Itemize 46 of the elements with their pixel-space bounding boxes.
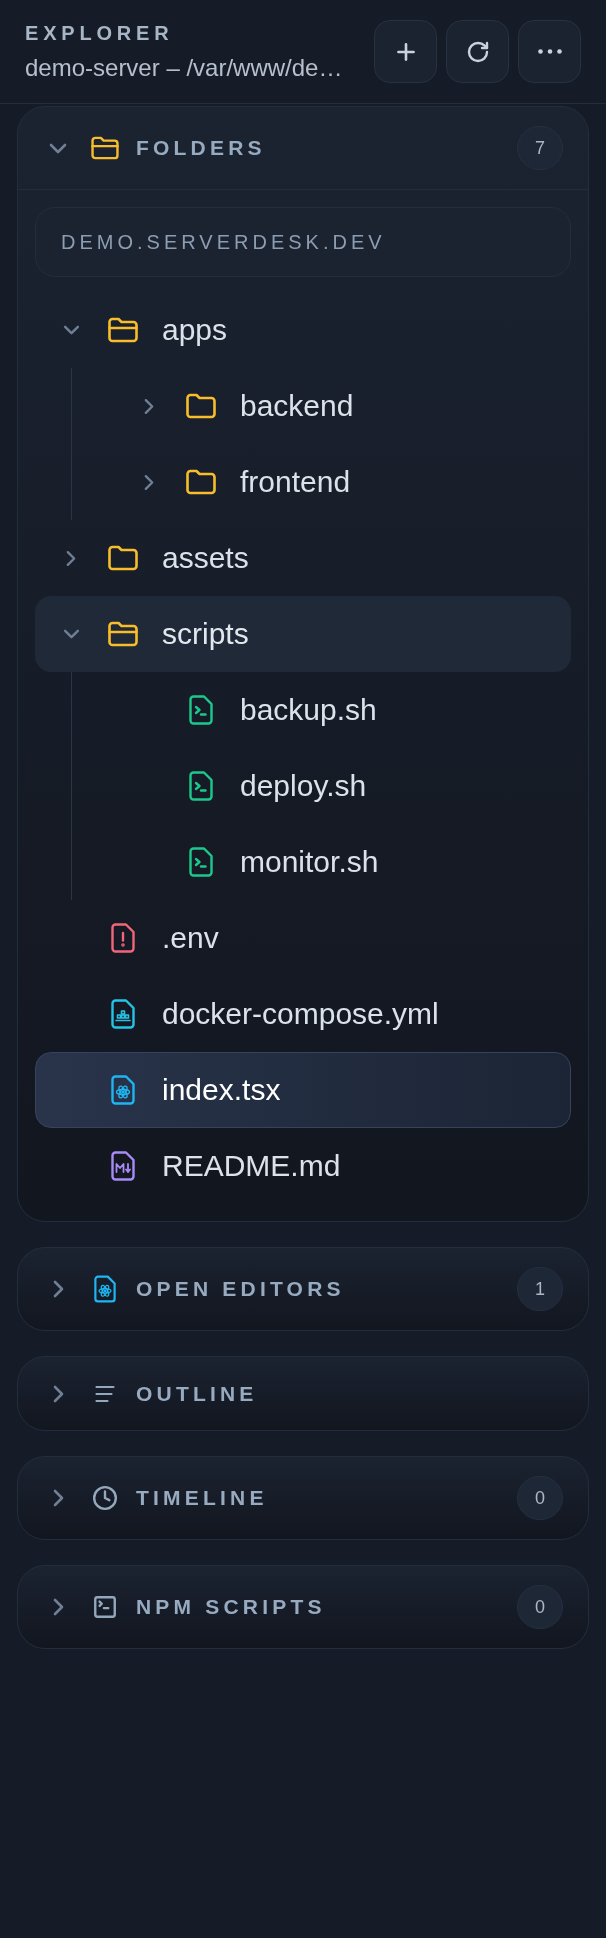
warning-file-icon [111, 923, 135, 953]
open-folder-icon [108, 317, 138, 343]
workspace-path: demo-server – /var/www/de… [25, 52, 343, 83]
markdown-file-icon [111, 1151, 135, 1181]
section-header[interactable]: NPM SCRIPTS [44, 1589, 517, 1625]
tree-item[interactable]: docker-compose.yml [35, 976, 571, 1052]
section-header[interactable]: OPEN EDITORS [44, 1271, 517, 1307]
atom-file-icon [94, 1275, 116, 1303]
section-header[interactable]: OUTLINE [44, 1376, 563, 1411]
tree-item[interactable]: index.tsx [35, 1052, 571, 1128]
workspace-root[interactable]: DEMO.SERVERDESK.DEV [35, 207, 571, 277]
add-button[interactable] [374, 20, 437, 83]
tree-item[interactable]: README.md [35, 1128, 571, 1204]
tree-item[interactable]: .env [35, 900, 571, 976]
folder-icon [186, 393, 216, 419]
refresh-icon [465, 39, 490, 64]
folder-icon [186, 469, 216, 495]
clock-icon [92, 1485, 118, 1511]
terminal-icon [92, 1594, 118, 1620]
boxes-file-icon [111, 999, 135, 1029]
tree-item[interactable]: scripts [35, 596, 571, 672]
count-badge: 1 [517, 1267, 563, 1311]
open-folder-icon [91, 136, 119, 160]
section-header[interactable]: TIMELINE [44, 1480, 517, 1516]
count-badge: 7 [517, 126, 563, 170]
more-button[interactable] [518, 20, 581, 83]
tree-item[interactable]: backup.sh [72, 672, 571, 748]
list-icon [95, 1384, 115, 1403]
terminal-file-icon [189, 847, 213, 877]
tree-item[interactable]: apps [35, 292, 571, 368]
atom-file-icon [111, 1075, 135, 1105]
terminal-file-icon [189, 695, 213, 725]
refresh-button[interactable] [446, 20, 509, 83]
tree-item[interactable]: monitor.sh [72, 824, 571, 900]
count-badge: 0 [517, 1585, 563, 1629]
tree-item[interactable]: deploy.sh [72, 748, 571, 824]
tree-item[interactable]: frontend [72, 444, 571, 520]
open-folder-icon [108, 621, 138, 647]
count-badge: 0 [517, 1476, 563, 1520]
tree-item[interactable]: backend [72, 368, 571, 444]
more-icon [537, 49, 562, 54]
terminal-file-icon [189, 771, 213, 801]
folder-icon [108, 545, 138, 571]
tree-item[interactable]: assets [35, 520, 571, 596]
explorer-title: EXPLORER [25, 20, 175, 46]
section-header[interactable]: FOLDERS [44, 130, 517, 166]
